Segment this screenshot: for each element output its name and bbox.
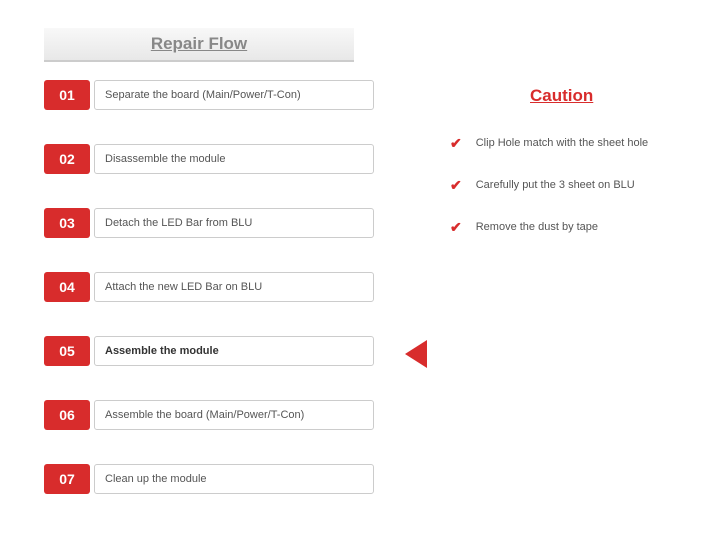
check-icon: ✔	[450, 136, 462, 150]
step-row: 03Detach the LED Bar from BLU	[44, 208, 384, 238]
check-icon: ✔	[450, 178, 462, 192]
step-number: 02	[44, 144, 90, 174]
caution-text: Remove the dust by tape	[476, 220, 598, 234]
caution-text: Clip Hole match with the sheet hole	[476, 136, 648, 150]
caution-list: ✔ Clip Hole match with the sheet hole ✔ Car…	[450, 136, 700, 262]
active-step-arrow-icon	[405, 340, 427, 368]
step-text: Separate the board (Main/Power/T-Con)	[94, 80, 374, 110]
check-icon: ✔	[450, 220, 462, 234]
step-number: 03	[44, 208, 90, 238]
step-row: 05Assemble the module	[44, 336, 384, 366]
step-row: 07Clean up the module	[44, 464, 384, 494]
step-row: 02Disassemble the module	[44, 144, 384, 174]
step-number: 04	[44, 272, 90, 302]
step-text: Disassemble the module	[94, 144, 374, 174]
step-row: 06Assemble the board (Main/Power/T-Con)	[44, 400, 384, 430]
caution-item: ✔ Carefully put the 3 sheet on BLU	[450, 178, 700, 192]
step-text: Attach the new LED Bar on BLU	[94, 272, 374, 302]
caution-item: ✔ Clip Hole match with the sheet hole	[450, 136, 700, 150]
step-list: 01Separate the board (Main/Power/T-Con)0…	[44, 80, 384, 528]
step-row: 01Separate the board (Main/Power/T-Con)	[44, 80, 384, 110]
step-row: 04Attach the new LED Bar on BLU	[44, 272, 384, 302]
step-text: Detach the LED Bar from BLU	[94, 208, 374, 238]
step-text: Assemble the board (Main/Power/T-Con)	[94, 400, 374, 430]
page-title: Repair Flow	[44, 28, 354, 62]
step-number: 06	[44, 400, 90, 430]
caution-title: Caution	[530, 86, 593, 106]
caution-item: ✔ Remove the dust by tape	[450, 220, 700, 234]
step-number: 07	[44, 464, 90, 494]
step-number: 05	[44, 336, 90, 366]
step-text: Clean up the module	[94, 464, 374, 494]
caution-text: Carefully put the 3 sheet on BLU	[476, 178, 635, 192]
step-number: 01	[44, 80, 90, 110]
step-text: Assemble the module	[94, 336, 374, 366]
